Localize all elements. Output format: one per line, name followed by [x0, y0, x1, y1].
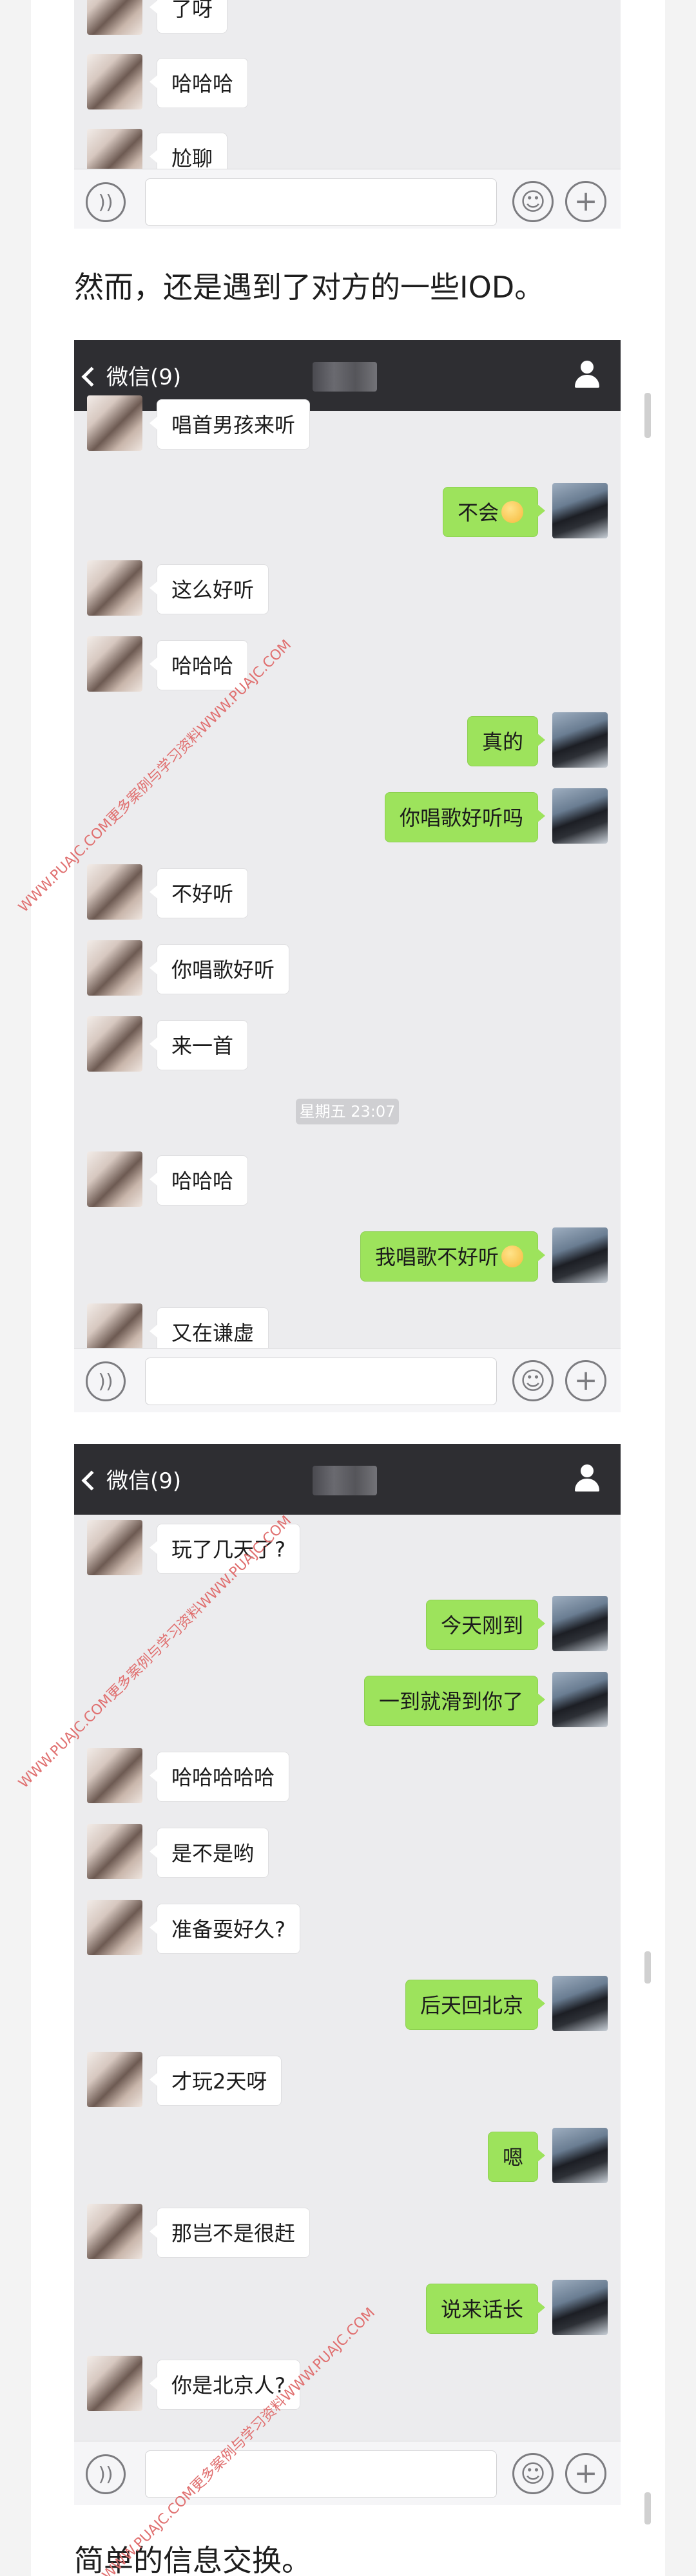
sent-message: 说来话长 [425, 2284, 546, 2334]
caption-text: 然而，还是遇到了对方的一些IOD。 [74, 270, 545, 305]
sent-message: 不会 [442, 487, 546, 537]
contact-avatar [87, 54, 142, 109]
chevron-left-icon [81, 366, 102, 387]
received-message: 你唱歌好听 [149, 944, 290, 994]
contact-name-blurred [313, 362, 377, 392]
contact-avatar [87, 940, 142, 996]
sent-message: 一到就滑到你了 [363, 1676, 546, 1726]
voice-icon[interactable]: )) [86, 182, 126, 222]
back-button[interactable]: 微信(9) [81, 1463, 182, 1495]
back-label: 微信(9) [106, 365, 182, 390]
emoji-icon[interactable]: ☺ [512, 181, 554, 222]
smile-emoji-icon [501, 501, 523, 523]
chat-input-bar: )) ☺ + [74, 169, 621, 229]
voice-icon[interactable]: )) [86, 1361, 126, 1401]
contact-avatar [87, 1016, 142, 1072]
my-avatar [552, 1596, 608, 1651]
page-margin-left [0, 0, 31, 2576]
scrollbar[interactable] [644, 1951, 651, 1984]
message-input[interactable] [145, 178, 497, 226]
message-timestamp: 星期五 23:07 [296, 1099, 399, 1124]
contact-avatar [87, 2052, 142, 2107]
my-avatar [552, 1976, 608, 2031]
plus-icon[interactable]: + [565, 181, 606, 222]
chat-input-bar: )) ☺ + [74, 1348, 621, 1412]
my-avatar [552, 1227, 608, 1283]
sent-message: 你唱歌好听吗 [384, 792, 546, 842]
chat-screenshot-2: 微信(9) 唱首男孩来听 不会 这么好听 哈哈哈 真的 你唱歌好听吗 不好听 你… [74, 340, 621, 1412]
received-message: 哈哈哈哈哈 [149, 1752, 290, 1802]
scrollbar[interactable] [644, 2492, 651, 2524]
back-button[interactable]: 微信(9) [81, 359, 182, 391]
my-avatar [552, 712, 608, 768]
message-input[interactable] [145, 1358, 497, 1405]
chat-screenshot-1: 了呀 哈哈哈 尬聊 )) ☺ + [74, 0, 621, 229]
contact-avatar [87, 864, 142, 920]
received-message: 才玩2天呀 [149, 2056, 282, 2106]
voice-icon[interactable]: )) [86, 2454, 126, 2494]
chat-titlebar: 微信(9) [74, 1444, 621, 1515]
received-message: 那岂不是很赶 [149, 2208, 311, 2258]
contact-avatar [87, 636, 142, 692]
plus-icon[interactable]: + [565, 2453, 606, 2494]
contact-avatar [87, 560, 142, 616]
contact-avatar [87, 395, 142, 451]
scrollbar[interactable] [644, 393, 651, 438]
sent-message: 后天回北京 [405, 1980, 546, 2030]
contact-avatar [87, 1824, 142, 1879]
contact-avatar [87, 2204, 142, 2259]
contact-avatar [87, 2356, 142, 2411]
contact-avatar [87, 1748, 142, 1803]
contact-avatar [87, 1151, 142, 1207]
person-icon[interactable] [573, 361, 601, 389]
my-avatar [552, 1672, 608, 1727]
received-message: 来一首 [149, 1020, 249, 1070]
chevron-left-icon [81, 1470, 102, 1491]
my-avatar [552, 2128, 608, 2183]
person-icon[interactable] [573, 1464, 601, 1493]
my-avatar [552, 2280, 608, 2335]
emoji-icon[interactable]: ☺ [512, 2453, 554, 2494]
sent-message: 我唱歌不好听 [360, 1231, 546, 1282]
contact-avatar [87, 1900, 142, 1955]
received-message: 是不是哟 [149, 1828, 269, 1878]
sent-message: 今天刚到 [425, 1600, 546, 1650]
received-message: 哈哈哈 [149, 58, 249, 108]
chat-input-bar: )) ☺ + [74, 2441, 621, 2505]
chat-titlebar: 微信(9) [74, 340, 621, 411]
received-message: 了呀 [149, 0, 228, 33]
received-message: 哈哈哈 [149, 1155, 249, 1206]
my-avatar [552, 483, 608, 538]
contact-name-blurred [313, 1466, 377, 1495]
received-message: 这么好听 [149, 564, 269, 614]
page-margin-right [665, 0, 696, 2576]
received-message: 准备耍好久? [150, 1904, 300, 1954]
sent-message: 嗯 [487, 2132, 546, 2182]
received-message: 唱首男孩来听 [149, 399, 311, 450]
emoji-icon[interactable]: ☺ [512, 1360, 554, 1401]
back-label: 微信(9) [106, 1468, 182, 1494]
received-message: 不好听 [149, 868, 249, 918]
plus-icon[interactable]: + [565, 1360, 606, 1401]
my-avatar [552, 788, 608, 844]
smile-emoji-icon [501, 1245, 523, 1267]
contact-avatar [87, 0, 142, 35]
contact-avatar [87, 1520, 142, 1575]
sent-message: 真的 [467, 716, 546, 766]
